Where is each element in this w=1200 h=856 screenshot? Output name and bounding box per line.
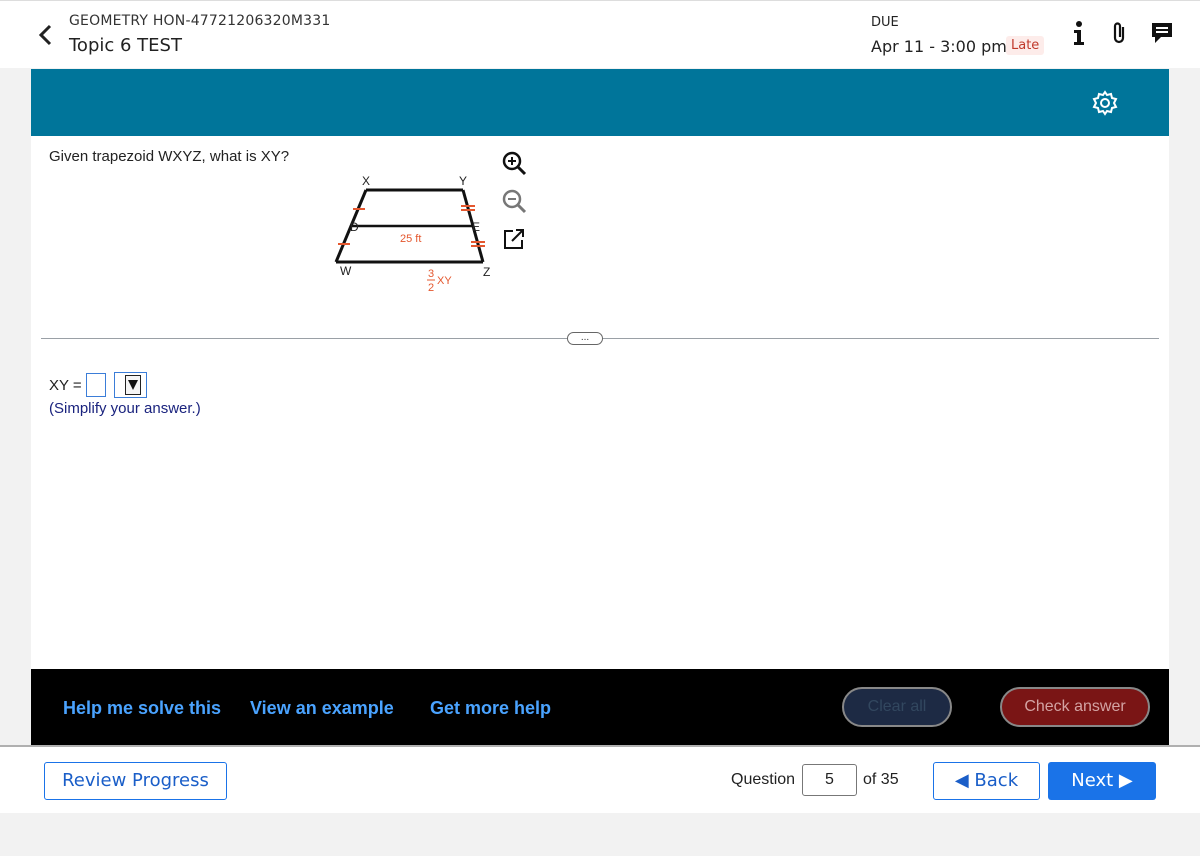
message-icon[interactable]	[1150, 19, 1174, 47]
unit-dropdown[interactable]	[113, 372, 147, 398]
label-d: D	[350, 220, 359, 234]
answer-input[interactable]	[85, 373, 106, 397]
review-progress-button[interactable]: Review Progress	[44, 762, 227, 800]
clear-all-button[interactable]: Clear all	[842, 687, 952, 727]
help-bar: Help me solve this View an example Get m…	[31, 669, 1169, 745]
triangle-down-icon	[127, 380, 138, 390]
next-button[interactable]: Next ▶	[1048, 762, 1156, 800]
test-title: Topic 6 TEST	[69, 35, 182, 56]
question-panel: Given trapezoid WXYZ, what is XY? X Y D …	[31, 136, 1169, 669]
late-badge: Late	[1006, 36, 1045, 55]
attachment-icon[interactable]	[1108, 19, 1132, 47]
check-answer-button[interactable]: Check answer	[1000, 687, 1150, 727]
assignment-banner	[31, 69, 1169, 136]
course-title: GEOMETRY HON-47721206320M331	[69, 13, 331, 29]
label-e: E	[472, 220, 480, 234]
zoom-out-icon[interactable]	[501, 188, 527, 214]
question-number-input[interactable]: 5	[802, 764, 857, 796]
expand-more-button[interactable]: ...	[567, 332, 603, 345]
label-z: Z	[483, 265, 490, 279]
answer-label: XY =	[49, 376, 82, 394]
label-w: W	[340, 264, 352, 278]
fraction-suffix: XY	[437, 275, 452, 287]
question-total: of 35	[863, 771, 899, 788]
gear-icon[interactable]	[1092, 90, 1118, 116]
question-label: Question	[731, 771, 796, 788]
fraction-denominator: 2	[428, 282, 434, 294]
trapezoid-figure: X Y D E W Z 25 ft 3 2 XY	[334, 174, 490, 294]
dropdown-arrow	[124, 375, 141, 395]
back-button[interactable]: ◀ Back	[933, 762, 1040, 800]
info-icon[interactable]	[1067, 19, 1091, 47]
open-external-icon[interactable]	[501, 226, 527, 252]
footer-nav: Review Progress Question 5 of 35 ◀ Back …	[0, 745, 1200, 813]
page-background	[0, 813, 1200, 856]
fraction-numerator: 3	[428, 268, 434, 280]
answer-row: XY =	[49, 372, 147, 398]
help-me-solve-link[interactable]: Help me solve this	[63, 698, 221, 719]
label-x: X	[362, 174, 370, 188]
label-y: Y	[459, 174, 467, 188]
question-prompt: Given trapezoid WXYZ, what is XY?	[49, 148, 290, 165]
answer-hint: (Simplify your answer.)	[49, 400, 201, 417]
due-date: Apr 11 - 3:00 pm	[871, 37, 1007, 56]
due-label: DUE	[871, 15, 899, 30]
view-example-link[interactable]: View an example	[250, 698, 394, 719]
midsegment-label: 25 ft	[400, 233, 421, 245]
top-header: GEOMETRY HON-47721206320M331 Topic 6 TES…	[0, 0, 1200, 68]
back-chevron-icon[interactable]	[36, 23, 56, 47]
zoom-in-icon[interactable]	[501, 150, 527, 176]
figure-tools	[501, 150, 529, 264]
get-more-help-link[interactable]: Get more help	[430, 698, 551, 719]
